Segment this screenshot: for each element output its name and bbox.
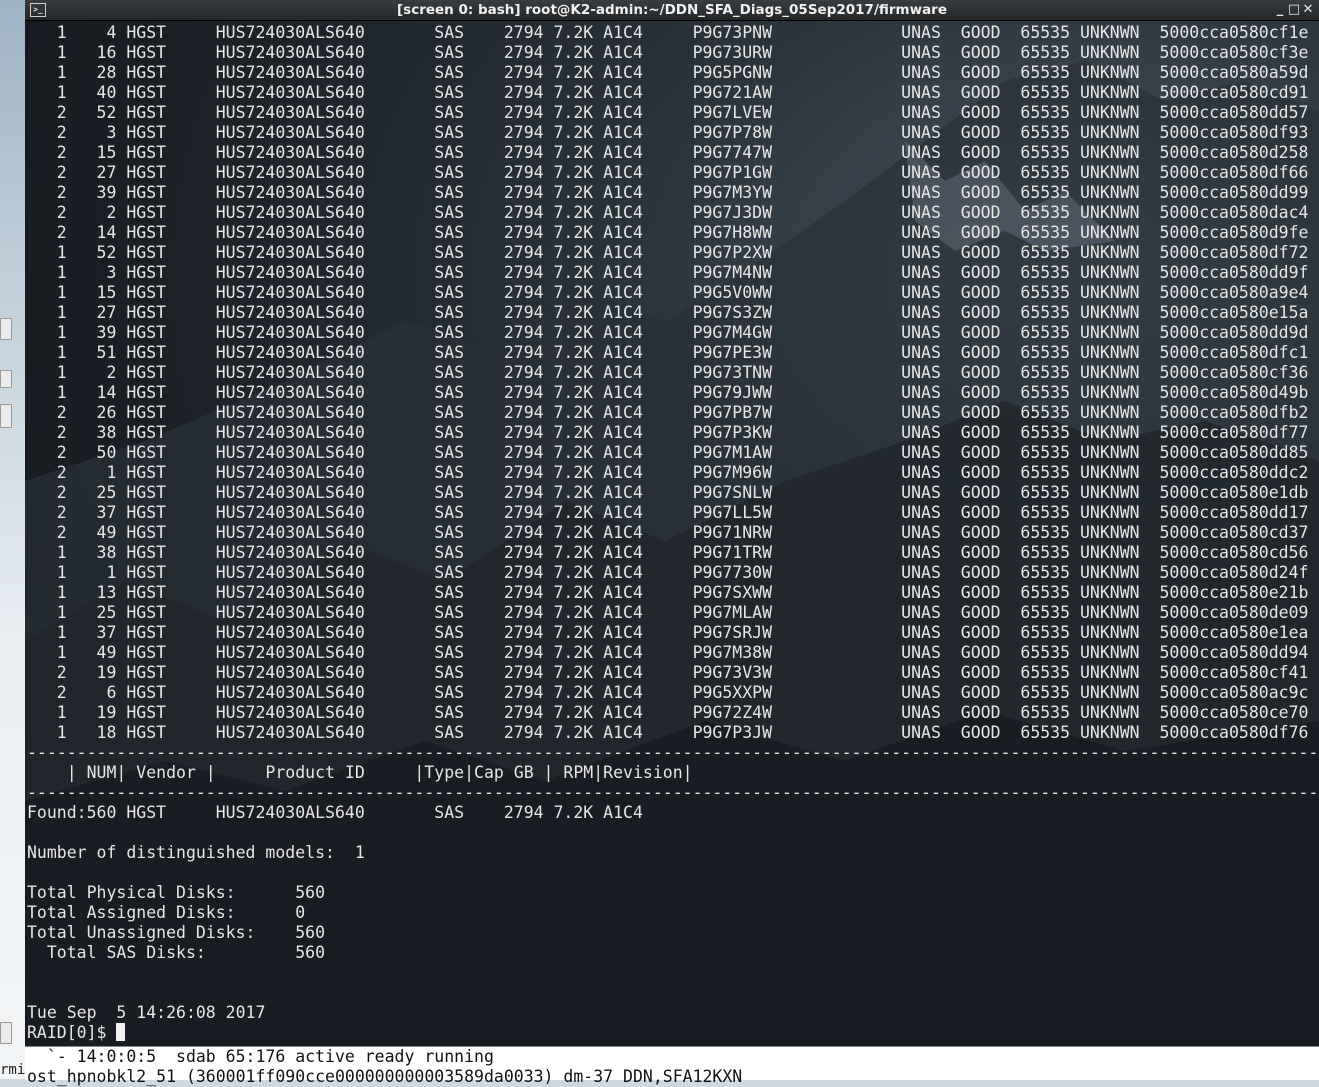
close-button[interactable]: ✕ xyxy=(1297,1,1319,19)
background-desktop-strip: rmi xyxy=(0,0,26,1079)
background-window-control xyxy=(0,370,12,388)
title-bar[interactable]: >_ [screen 0: bash] root@K2-admin:~/DDN_… xyxy=(25,0,1319,21)
shell-prompt: RAID[0]$ xyxy=(27,1023,117,1042)
window-title: [screen 0: bash] root@K2-admin:~/DDN_SFA… xyxy=(396,2,947,18)
background-window-label: rmi xyxy=(0,1062,26,1078)
terminal-output-area[interactable]: 1 4 HGST HUS724030ALS640 SAS 2794 7.2K A… xyxy=(25,21,1319,1046)
text-cursor xyxy=(116,1023,126,1041)
background-terminal-text: `- 14:0:0:5 sdab 65:176 active ready run… xyxy=(27,1047,742,1087)
background-terminal[interactable]: `- 14:0:0:5 sdab 65:176 active ready run… xyxy=(25,1046,1319,1086)
background-window-control xyxy=(0,1022,12,1044)
background-window-control xyxy=(0,404,12,428)
background-terminal-output: `- 14:0:0:5 sdab 65:176 active ready run… xyxy=(27,1047,743,1086)
background-window-control xyxy=(0,318,12,340)
terminal-text: 1 4 HGST HUS724030ALS640 SAS 2794 7.2K A… xyxy=(27,23,1319,1043)
terminal-window: >_ [screen 0: bash] root@K2-admin:~/DDN_… xyxy=(25,0,1319,1046)
terminal-output: 1 4 HGST HUS724030ALS640 SAS 2794 7.2K A… xyxy=(27,23,1319,1022)
